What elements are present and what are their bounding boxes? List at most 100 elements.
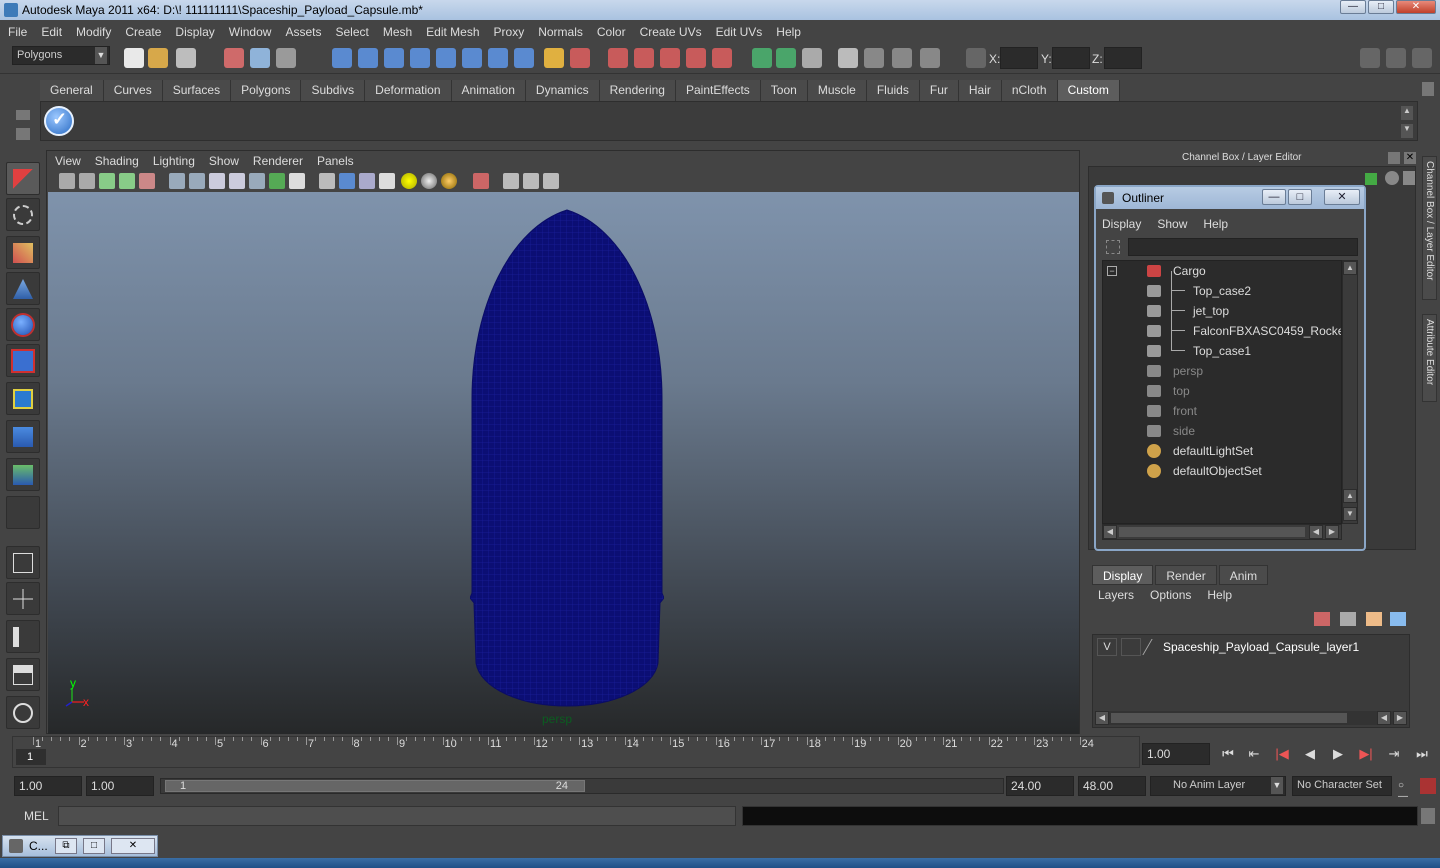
menu-create-uvs[interactable]: Create UVs: [640, 25, 702, 39]
current-time-field[interactable]: 1.00: [1142, 743, 1210, 765]
outliner-titlebar[interactable]: Outliner — □ ✕: [1096, 187, 1364, 209]
shelf-tab-hair[interactable]: Hair: [958, 80, 1002, 101]
step-back-key-button[interactable]: ⇤: [1242, 744, 1266, 764]
soft-modification-tool[interactable]: [6, 420, 40, 453]
close-icon[interactable]: ✕: [1404, 152, 1416, 164]
play-forwards-button[interactable]: ▶: [1326, 744, 1350, 764]
outliner-filter-input[interactable]: [1128, 238, 1358, 256]
outliner-item-side[interactable]: side: [1103, 421, 1341, 441]
outliner-menu-help[interactable]: Help: [1203, 217, 1228, 235]
menu-assets[interactable]: Assets: [285, 25, 321, 39]
perspective-viewport[interactable]: y x persp: [48, 192, 1079, 734]
rotate-tool[interactable]: [6, 308, 40, 341]
menu-modify[interactable]: Modify: [76, 25, 111, 39]
outliner-minimize-button[interactable]: —: [1262, 189, 1286, 205]
default-lighting-icon[interactable]: [401, 173, 417, 189]
scroll-left-arrow-right[interactable]: ◀: [1309, 525, 1323, 539]
lasso-tool[interactable]: [6, 198, 40, 231]
menu-set-dropdown[interactable]: Polygons ▼: [12, 46, 110, 65]
maximize-button[interactable]: □: [1368, 0, 1394, 14]
menu-edit-uvs[interactable]: Edit UVs: [716, 25, 763, 39]
menu-help[interactable]: Help: [776, 25, 801, 39]
channel-box-toggle-icon[interactable]: [1386, 48, 1406, 68]
outliner-maximize-button[interactable]: □: [1288, 189, 1312, 205]
panel-menu-shading[interactable]: Shading: [95, 154, 139, 168]
layer-tab-display[interactable]: Display: [1092, 565, 1154, 585]
outliner-item-jet-top[interactable]: jet_top: [1103, 291, 1341, 321]
component-mask-icon[interactable]: [462, 48, 482, 68]
shelf-tab-toon[interactable]: Toon: [760, 80, 808, 101]
last-tool-slot[interactable]: [6, 496, 40, 529]
script-editor-icon[interactable]: [1421, 808, 1435, 824]
outliner-item-falconfbxasc0459-rocket-c[interactable]: FalconFBXASC0459_Rocket_c: [1103, 311, 1341, 341]
grid-toggle-icon[interactable]: [169, 173, 185, 189]
bookmark-icon[interactable]: [99, 173, 115, 189]
smooth-shade-icon[interactable]: [339, 173, 355, 189]
isolate-select-icon[interactable]: [473, 173, 489, 189]
filter-icon[interactable]: [1106, 240, 1120, 254]
wireframe-on-shaded-icon[interactable]: [359, 173, 375, 189]
panel-menu-panels[interactable]: Panels: [317, 154, 354, 168]
camera-attributes-icon[interactable]: [79, 173, 95, 189]
menu-create[interactable]: Create: [125, 25, 161, 39]
render-region-icon[interactable]: [634, 48, 654, 68]
select-hierarchy-icon[interactable]: [224, 48, 244, 68]
single-perspective-layout[interactable]: [6, 546, 40, 579]
shelf-tab-ncloth[interactable]: nCloth: [1001, 80, 1058, 101]
snap-plane-icon[interactable]: [410, 48, 430, 68]
layer-menu-options[interactable]: Options: [1150, 588, 1191, 606]
layer-scroll-left-2[interactable]: ◀: [1377, 711, 1391, 725]
close-small-button[interactable]: ✕: [111, 838, 155, 854]
history-icon[interactable]: [570, 48, 590, 68]
render-settings-icon[interactable]: [712, 48, 732, 68]
input-line-icon[interactable]: [752, 48, 772, 68]
shelf-tab-custom[interactable]: Custom: [1057, 80, 1120, 101]
shelf-tab-surfaces[interactable]: Surfaces: [162, 80, 232, 101]
render-view-icon[interactable]: [838, 48, 858, 68]
shelf-tab-fluids[interactable]: Fluids: [866, 80, 920, 101]
film-gate-icon[interactable]: [189, 173, 205, 189]
close-button[interactable]: ✕: [1396, 0, 1436, 14]
shelf-tab-dynamics[interactable]: Dynamics: [525, 80, 600, 101]
panel-menu-lighting[interactable]: Lighting: [153, 154, 195, 168]
select-component-icon[interactable]: [276, 48, 296, 68]
end-time-field[interactable]: 48.00: [1078, 776, 1146, 796]
safe-action-icon[interactable]: [269, 173, 285, 189]
trash-icon[interactable]: [1422, 82, 1434, 96]
resolution-gate-icon[interactable]: [209, 173, 225, 189]
scale-tool[interactable]: [6, 344, 40, 377]
scroll-up-arrow-lower[interactable]: ▲: [1343, 489, 1357, 503]
shelf-tab-polygons[interactable]: Polygons: [231, 80, 302, 101]
layer-visibility-toggle[interactable]: V: [1097, 638, 1117, 656]
layer-move-up-icon[interactable]: [1314, 612, 1330, 626]
snap-surface-icon[interactable]: [436, 48, 456, 68]
persp-outliner-layout[interactable]: [6, 620, 40, 653]
step-forward-frame-button[interactable]: ▶|: [1354, 744, 1378, 764]
step-back-frame-button[interactable]: |◀: [1270, 744, 1294, 764]
four-view-layout[interactable]: [6, 582, 40, 615]
select-tool[interactable]: [6, 162, 40, 195]
scroll-thumb[interactable]: [1119, 527, 1305, 537]
pick-icon[interactable]: [1403, 171, 1415, 185]
tab-channel-box[interactable]: Channel Box / Layer Editor: [1422, 156, 1437, 300]
field-chart-icon[interactable]: [249, 173, 265, 189]
layer-display-type-toggle[interactable]: [1121, 638, 1141, 656]
layer-menu-layers[interactable]: Layers: [1098, 588, 1134, 606]
render-current-icon[interactable]: [660, 48, 680, 68]
maximize-small-button[interactable]: □: [83, 838, 105, 854]
shelf-tab-muscle[interactable]: Muscle: [807, 80, 867, 101]
move-tool[interactable]: [6, 272, 40, 305]
go-to-end-button[interactable]: ⏭: [1410, 744, 1434, 764]
render-scene-icon[interactable]: [892, 48, 912, 68]
universal-manipulator[interactable]: [6, 382, 40, 415]
textured-icon[interactable]: [379, 173, 395, 189]
shelf-tab-deformation[interactable]: Deformation: [365, 80, 452, 101]
snap-grid-icon[interactable]: [332, 48, 352, 68]
channel-settings-icon[interactable]: [1385, 171, 1399, 185]
outliner-menu-show[interactable]: Show: [1157, 217, 1187, 235]
tool-settings-toggle-icon[interactable]: [1412, 48, 1432, 68]
help-icon[interactable]: [514, 48, 534, 68]
construction-history-icon[interactable]: [608, 48, 628, 68]
layer-menu-help[interactable]: Help: [1207, 588, 1232, 606]
ipr-render-icon[interactable]: [686, 48, 706, 68]
